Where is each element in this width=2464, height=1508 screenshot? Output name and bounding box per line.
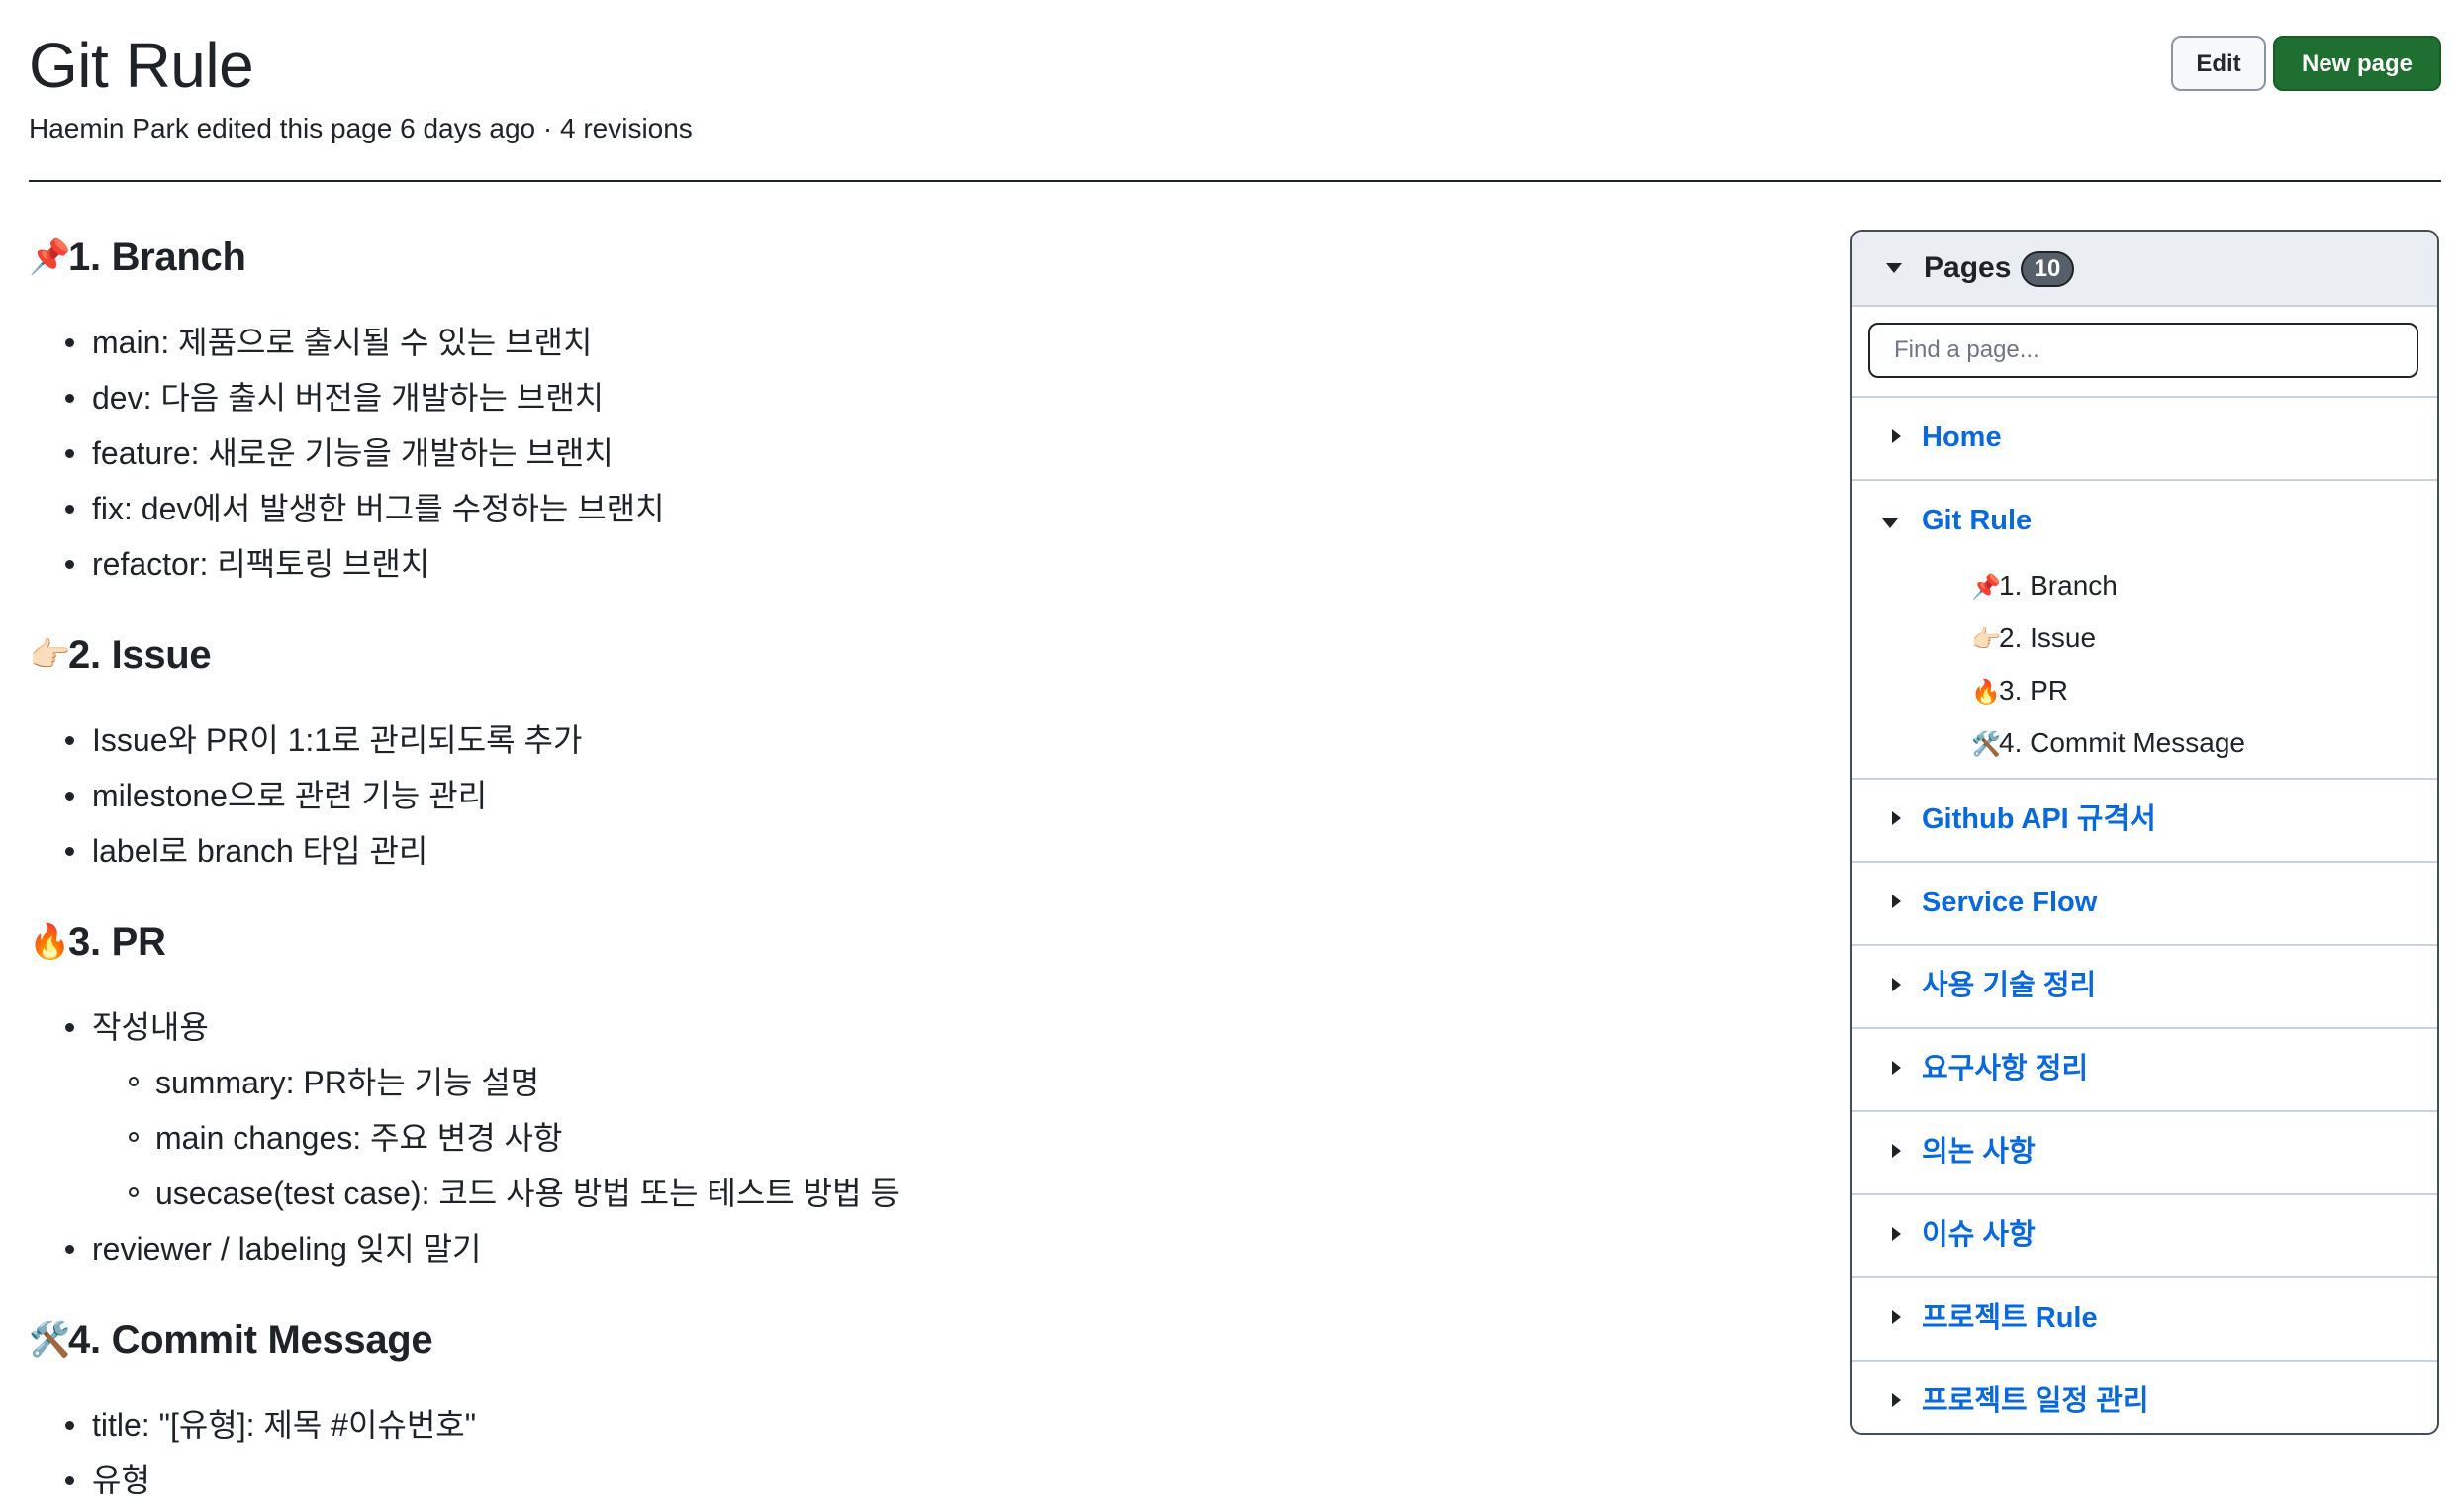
pr-list: 작성내용 summary: PR하는 기능 설명 main changes: 주…: [29, 999, 1810, 1276]
toc-item-label[interactable]: 4. Commit Message: [1999, 727, 2245, 758]
caret-right-icon[interactable]: [1892, 1144, 1901, 1158]
sidebar-item-issues[interactable]: 이슈 사항: [1852, 1195, 2437, 1278]
list-item: label로 branch 타입 관리: [29, 823, 1810, 879]
section-heading-commit-message: 🛠️ 4. Commit Message: [29, 1304, 1810, 1375]
pages-count-badge: 10: [2021, 251, 2074, 287]
sub-list-item: usecase(test case): 코드 사용 방법 또는 테스트 방법 등: [92, 1166, 1810, 1221]
caret-down-icon[interactable]: [1882, 518, 1898, 528]
pointing-hand-icon: 👉🏻: [29, 636, 71, 674]
section-heading-text: 3. PR: [68, 920, 166, 964]
list-item: milestone으로 관련 기능 관리: [29, 768, 1810, 823]
sidebar-item-link[interactable]: 프로젝트 Rule: [1922, 1296, 2098, 1340]
find-page-input[interactable]: [1868, 323, 2418, 378]
git-rule-toc: 📌1. Branch 👉🏻2. Issue 🔥3. PR 🛠️4. Commit…: [1971, 560, 2245, 770]
sidebar-item-link[interactable]: Git Rule: [1922, 499, 2032, 542]
page-title: Git Rule: [29, 30, 254, 101]
sidebar-item-link[interactable]: Github API 규격서: [1922, 798, 2156, 841]
pages-label: Pages: [1924, 251, 2012, 284]
tools-icon: 🛠️: [1971, 731, 2001, 758]
sidebar-item-git-rule[interactable]: Git Rule 📌1. Branch 👉🏻2. Issue 🔥3. PR 🛠️…: [1852, 481, 2437, 780]
pr-sublist: summary: PR하는 기능 설명 main changes: 주요 변경 …: [92, 1055, 1810, 1221]
branch-list: main: 제품으로 출시될 수 있는 브랜치 dev: 다음 출시 버전을 개…: [29, 315, 1810, 592]
caret-right-icon[interactable]: [1892, 1227, 1901, 1241]
caret-right-icon[interactable]: [1892, 1393, 1901, 1407]
sidebar-item-link[interactable]: 프로젝트 일정 관리: [1922, 1379, 2149, 1423]
section-heading-pr: 🔥 3. PR: [29, 906, 1810, 978]
list-item: feature: 새로운 기능을 개발하는 브랜치: [29, 425, 1810, 481]
caret-right-icon[interactable]: [1892, 978, 1901, 991]
sidebar-item-service-flow[interactable]: Service Flow: [1852, 863, 2437, 946]
pushpin-icon: 📌: [1971, 574, 2001, 601]
header-divider: [29, 180, 2441, 182]
sub-list-item: main changes: 주요 변경 사항: [92, 1110, 1810, 1166]
sidebar-item-project-schedule[interactable]: 프로젝트 일정 관리: [1852, 1362, 2437, 1433]
toc-item-commit-message[interactable]: 🛠️4. Commit Message: [1971, 717, 2245, 770]
section-heading-text: 2. Issue: [68, 633, 212, 677]
page-edit-meta: Haemin Park edited this page 6 days ago …: [29, 113, 693, 143]
sidebar-item-link[interactable]: 사용 기술 정리: [1922, 964, 2096, 1007]
sidebar-item-link[interactable]: Service Flow: [1922, 881, 2097, 924]
list-item: 작성내용 summary: PR하는 기능 설명 main changes: 주…: [29, 999, 1810, 1221]
list-item: title: "[유형]: 제목 #이슈번호": [29, 1397, 1810, 1453]
toc-item-issue[interactable]: 👉🏻2. Issue: [1971, 613, 2245, 665]
list-item: Issue와 PR이 1:1로 관리되도록 추가: [29, 712, 1810, 768]
pushpin-icon: 📌: [29, 238, 71, 276]
section-heading-text: 4. Commit Message: [68, 1318, 433, 1362]
new-page-button[interactable]: New page: [2273, 36, 2441, 91]
section-heading-branch: 📌 1. Branch: [29, 222, 1810, 293]
sidebar-item-link[interactable]: 의논 사항: [1922, 1130, 2036, 1174]
list-item: reviewer / labeling 잊지 말기: [29, 1221, 1810, 1276]
list-item: dev: 다음 출시 버전을 개발하는 브랜치: [29, 370, 1810, 425]
sidebar-item-requirements[interactable]: 요구사항 정리: [1852, 1029, 2437, 1112]
toc-item-branch[interactable]: 📌1. Branch: [1971, 560, 2245, 613]
list-item: main: 제품으로 출시될 수 있는 브랜치: [29, 315, 1810, 370]
toc-item-label[interactable]: 3. PR: [1999, 675, 2068, 706]
toc-item-pr[interactable]: 🔥3. PR: [1971, 665, 2245, 717]
fire-icon: 🔥: [29, 923, 71, 961]
sidebar-item-github-api[interactable]: Github API 규격서: [1852, 780, 2437, 863]
caret-right-icon[interactable]: [1892, 895, 1901, 908]
issue-list: Issue와 PR이 1:1로 관리되도록 추가 milestone으로 관련 …: [29, 712, 1810, 879]
section-heading-issue: 👉🏻 2. Issue: [29, 619, 1810, 691]
pointing-hand-icon: 👉🏻: [1971, 626, 2001, 653]
list-item-text: 작성내용: [92, 1009, 209, 1045]
caret-right-icon[interactable]: [1892, 429, 1901, 443]
sidebar-item-discussion[interactable]: 의논 사항: [1852, 1112, 2437, 1195]
page-search-wrap: [1852, 307, 2437, 398]
caret-right-icon[interactable]: [1892, 811, 1901, 825]
toc-item-label[interactable]: 1. Branch: [1999, 570, 2118, 601]
sidebar-item-link[interactable]: 요구사항 정리: [1922, 1047, 2088, 1090]
sidebar-item-tech-stack[interactable]: 사용 기술 정리: [1852, 946, 2437, 1029]
list-item: fix: dev에서 발생한 버그를 수정하는 브랜치: [29, 481, 1810, 536]
sidebar-item-link[interactable]: Home: [1922, 416, 2002, 459]
pages-header[interactable]: Pages 10: [1852, 232, 2437, 307]
section-heading-text: 1. Branch: [68, 236, 246, 279]
fire-icon: 🔥: [1971, 679, 2001, 706]
caret-down-icon: [1886, 263, 1902, 273]
list-item: 유형: [29, 1453, 1810, 1508]
toc-item-label[interactable]: 2. Issue: [1999, 622, 2096, 653]
list-item: refactor: 리팩토링 브랜치: [29, 536, 1810, 592]
edit-button[interactable]: Edit: [2171, 36, 2266, 91]
caret-right-icon[interactable]: [1892, 1310, 1901, 1324]
commit-list: title: "[유형]: 제목 #이슈번호" 유형: [29, 1397, 1810, 1508]
pages-sidebar: Pages 10 Home Git Rule 📌1. Branch 👉🏻2. I…: [1850, 230, 2439, 1435]
sub-list-item: summary: PR하는 기능 설명: [92, 1055, 1810, 1110]
caret-right-icon[interactable]: [1892, 1061, 1901, 1075]
wiki-content: 📌 1. Branch main: 제품으로 출시될 수 있는 브랜치 dev:…: [29, 222, 1810, 1508]
sidebar-item-project-rule[interactable]: 프로젝트 Rule: [1852, 1278, 2437, 1362]
sidebar-item-link[interactable]: 이슈 사항: [1922, 1213, 2036, 1257]
tools-icon: 🛠️: [29, 1321, 71, 1359]
sidebar-item-home[interactable]: Home: [1852, 398, 2437, 481]
